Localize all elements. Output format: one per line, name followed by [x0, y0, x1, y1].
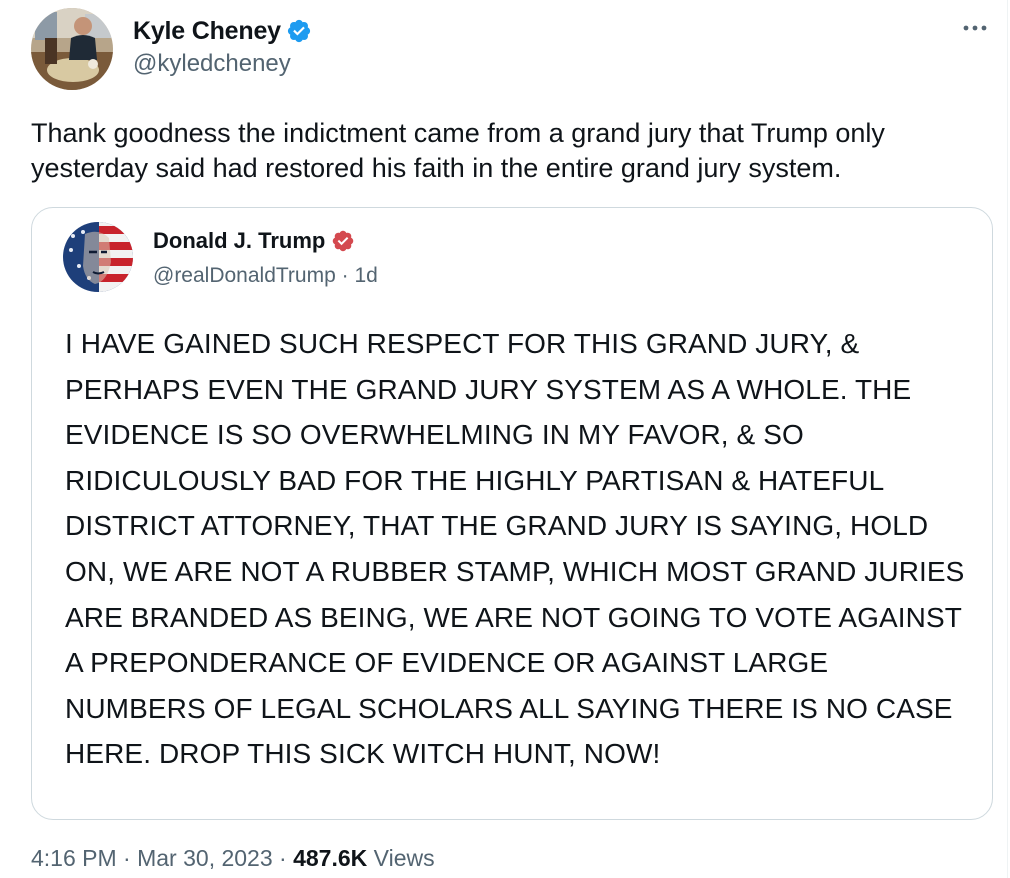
quoted-author-name[interactable]: Donald J. Trump — [153, 228, 325, 254]
footer-separator: · — [279, 845, 287, 871]
quoted-tweet-text: I HAVE GAINED SUCH RESPECT FOR THIS GRAN… — [65, 328, 965, 770]
quoted-author-handle[interactable]: @realDonaldTrump — [153, 264, 336, 287]
more-horizontal-icon[interactable] — [958, 18, 994, 38]
tweet-date[interactable]: Mar 30, 2023 — [137, 845, 273, 871]
meta-separator: · — [341, 264, 349, 287]
verified-badge-icon — [286, 18, 312, 44]
tweet-container: Kyle Cheney @kyledcheney Thank goodness … — [0, 0, 1008, 878]
views-count[interactable]: 487.6K — [293, 845, 367, 871]
quoted-author-name-row[interactable]: Donald J. Trump — [153, 226, 355, 256]
author-handle[interactable]: @kyledcheney — [133, 50, 291, 78]
quoted-tweet-time[interactable]: 1d — [354, 264, 377, 287]
verified-badge-icon — [331, 229, 355, 253]
author-avatar[interactable] — [31, 8, 113, 90]
quoted-tweet-meta: @realDonaldTrump · 1d — [153, 264, 378, 288]
tweet-text: Thank goodness the indictment came from … — [31, 118, 885, 183]
quoted-author-avatar[interactable] — [63, 222, 133, 292]
author-name-row[interactable]: Kyle Cheney — [133, 14, 312, 48]
views-label: Views — [373, 845, 435, 871]
quoted-tweet-card[interactable]: Donald J. Trump @realDonaldTrump · 1d I … — [31, 207, 993, 820]
footer-separator: · — [123, 845, 131, 871]
author-name[interactable]: Kyle Cheney — [133, 17, 281, 46]
tweet-footer: 4:16 PM · Mar 30, 2023 · 487.6K Views — [31, 845, 435, 872]
tweet-time[interactable]: 4:16 PM — [31, 845, 117, 871]
